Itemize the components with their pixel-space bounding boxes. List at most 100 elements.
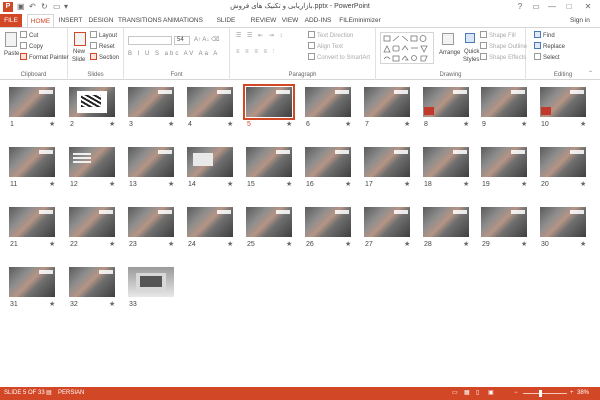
zoom-out-icon[interactable]: − — [514, 387, 518, 400]
slide-thumbnail[interactable] — [246, 147, 292, 177]
slide-thumbnail[interactable] — [246, 207, 292, 237]
slide-thumbnail[interactable] — [364, 147, 410, 177]
transition-star-icon[interactable]: ★ — [286, 121, 292, 129]
transition-star-icon[interactable]: ★ — [463, 121, 469, 129]
slide-thumbnail[interactable] — [423, 207, 469, 237]
zoom-slider[interactable] — [523, 393, 567, 394]
transition-star-icon[interactable]: ★ — [521, 121, 527, 129]
transition-star-icon[interactable]: ★ — [404, 181, 410, 189]
slide-thumbnail[interactable] — [481, 147, 527, 177]
transition-star-icon[interactable]: ★ — [345, 181, 351, 189]
slide-thumbnail[interactable] — [69, 87, 115, 117]
grow-font-icon[interactable]: A↑ A↓ ⌫ — [194, 36, 220, 45]
transition-star-icon[interactable]: ★ — [49, 181, 55, 189]
slide-thumbnail[interactable] — [128, 267, 174, 297]
slide-thumbnail[interactable] — [128, 87, 174, 117]
slide-thumbnail[interactable] — [9, 267, 55, 297]
slide-thumbnail[interactable] — [305, 207, 351, 237]
maximize-icon[interactable]: □ — [561, 1, 577, 12]
transition-star-icon[interactable]: ★ — [168, 181, 174, 189]
slide-thumbnail[interactable] — [9, 87, 55, 117]
align-text-button[interactable]: Align Text — [308, 42, 343, 52]
list-icons[interactable]: ☰ ☰ ⇤ ⇥ ↕ — [236, 32, 284, 41]
transition-star-icon[interactable]: ★ — [580, 181, 586, 189]
transition-star-icon[interactable]: ★ — [521, 241, 527, 249]
transition-star-icon[interactable]: ★ — [463, 181, 469, 189]
slide-thumbnail[interactable] — [481, 87, 527, 117]
paste-icon[interactable] — [5, 32, 17, 47]
slideshow-view-icon[interactable]: ▣ — [488, 387, 494, 400]
slide-thumbnail[interactable] — [69, 207, 115, 237]
font-format-icons[interactable]: B I U S abc AV Aa A — [128, 50, 219, 59]
transition-star-icon[interactable]: ★ — [463, 241, 469, 249]
convert-smartart-button[interactable]: Convert to SmartArt — [308, 53, 370, 63]
new-slide-label-2[interactable]: Slide — [72, 56, 85, 65]
transition-star-icon[interactable]: ★ — [580, 241, 586, 249]
section-button[interactable]: Section — [90, 53, 119, 63]
reading-view-icon[interactable]: ▯ — [476, 387, 479, 400]
transition-star-icon[interactable]: ★ — [227, 241, 233, 249]
slide-thumbnail[interactable] — [69, 147, 115, 177]
slide-thumbnail[interactable] — [187, 147, 233, 177]
collapse-ribbon-icon[interactable]: ⌃ — [588, 70, 593, 79]
transition-star-icon[interactable]: ★ — [49, 301, 55, 309]
quick-styles-label-2[interactable]: Styles — [463, 56, 479, 65]
slide-thumbnail[interactable] — [540, 87, 586, 117]
arrange-icon[interactable] — [442, 33, 454, 45]
quick-styles-icon[interactable] — [465, 33, 475, 43]
tab-animations[interactable]: ANIMATIONS — [163, 14, 203, 28]
slide-thumbnail[interactable] — [423, 147, 469, 177]
transition-star-icon[interactable]: ★ — [168, 241, 174, 249]
language-indicator[interactable]: PERSIAN — [58, 387, 84, 400]
shape-outline-button[interactable]: Shape Outline — [480, 42, 527, 52]
transition-star-icon[interactable]: ★ — [227, 181, 233, 189]
zoom-level[interactable]: 38% — [577, 387, 589, 400]
sign-in-link[interactable]: Sign in — [570, 14, 590, 28]
help-icon[interactable]: ? — [512, 1, 528, 12]
slide-thumbnail[interactable] — [540, 207, 586, 237]
transition-star-icon[interactable]: ★ — [404, 241, 410, 249]
arrange-button[interactable]: Arrange — [439, 49, 460, 58]
close-icon[interactable]: ✕ — [580, 1, 596, 12]
slide-thumbnail[interactable] — [128, 147, 174, 177]
transition-star-icon[interactable]: ★ — [49, 121, 55, 129]
transition-star-icon[interactable]: ★ — [49, 241, 55, 249]
shapes-gallery[interactable] — [380, 32, 434, 64]
tab-slide-show[interactable]: SLIDE SHOW — [207, 14, 245, 38]
tab-home[interactable]: HOME — [27, 14, 54, 28]
slide-thumbnail[interactable] — [540, 147, 586, 177]
slide-thumbnail[interactable] — [305, 87, 351, 117]
slide-thumbnail[interactable] — [128, 207, 174, 237]
paste-button[interactable]: Paste — [4, 50, 19, 59]
text-direction-button[interactable]: Text Direction — [308, 31, 353, 41]
slide-sorter[interactable]: 1 ★ 2 ★ 3 ★ 4 ★ 5 ★ 6 ★ 7 ★ 8 ★ 9 ★ 10 ★ 11 ★ 12 ★ 13 ★ 14 ★ 15 ★ 16 ★ 1… — [0, 81, 600, 386]
tab-view[interactable]: VIEW — [281, 14, 299, 28]
tab-design[interactable]: DESIGN — [87, 14, 115, 28]
slide-thumbnail[interactable] — [187, 207, 233, 237]
format-painter-button[interactable]: Format Painter — [20, 53, 69, 63]
transition-star-icon[interactable]: ★ — [109, 301, 115, 309]
slide-thumbnail[interactable] — [305, 147, 351, 177]
normal-view-icon[interactable]: ▭ — [452, 387, 458, 400]
tab-transitions[interactable]: TRANSITIONS — [118, 14, 162, 28]
select-button[interactable]: Select — [534, 53, 560, 63]
transition-star-icon[interactable]: ★ — [580, 121, 586, 129]
shape-fill-button[interactable]: Shape Fill — [480, 31, 516, 41]
transition-star-icon[interactable]: ★ — [404, 121, 410, 129]
find-button[interactable]: Find — [534, 31, 555, 41]
slide-thumbnail[interactable] — [243, 84, 295, 120]
transition-star-icon[interactable]: ★ — [521, 181, 527, 189]
slide-thumbnail[interactable] — [364, 207, 410, 237]
slide-thumbnail[interactable] — [9, 147, 55, 177]
align-icons[interactable]: ≡ ≡ ≡ ≡ ⫶ — [236, 48, 276, 57]
layout-button[interactable]: Layout — [90, 31, 117, 41]
font-name-dropdown[interactable] — [128, 36, 172, 45]
tab-add-ins[interactable]: ADD-INS — [304, 14, 332, 28]
reset-button[interactable]: Reset — [90, 42, 115, 52]
font-size-dropdown[interactable]: 54 — [174, 36, 190, 45]
transition-star-icon[interactable]: ★ — [227, 121, 233, 129]
new-slide-icon[interactable] — [74, 32, 86, 46]
tab-insert[interactable]: INSERT — [57, 14, 84, 28]
tab-file[interactable]: FILE — [0, 14, 22, 28]
replace-button[interactable]: Replace — [534, 42, 565, 52]
